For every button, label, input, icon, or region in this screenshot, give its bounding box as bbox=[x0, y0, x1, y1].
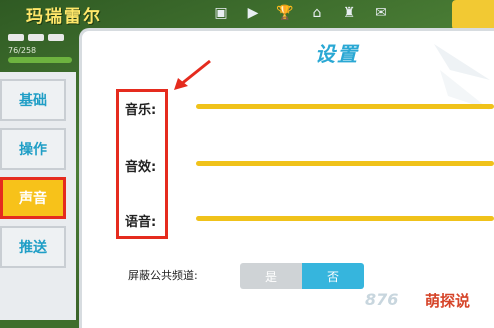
tab-push[interactable]: 推送 bbox=[0, 226, 66, 268]
mute-public-channel-label: 屏蔽公共频道: bbox=[128, 269, 198, 282]
sound-effect-slider[interactable] bbox=[196, 161, 494, 166]
top-icon-bar: ▣ ▶ 🏆 ⌂ ♜ ✉ bbox=[210, 4, 392, 22]
exp-text: 76/258 bbox=[8, 46, 37, 55]
mail-icon[interactable]: ✉ bbox=[370, 4, 392, 22]
page-title: 设置 bbox=[315, 42, 359, 66]
trophy-icon[interactable]: 🏆 bbox=[274, 4, 296, 22]
toggle-no-button[interactable]: 否 bbox=[302, 263, 364, 289]
music-slider[interactable] bbox=[196, 104, 494, 109]
toggle-yes-button[interactable]: 是 bbox=[240, 263, 302, 289]
player-name: 玛瑞雷尔 bbox=[26, 7, 102, 27]
watermark-badge: 萌探说 bbox=[420, 288, 476, 313]
decorative-wing-icon bbox=[434, 44, 490, 110]
video-icon[interactable]: ▣ bbox=[210, 4, 232, 22]
player-badges bbox=[8, 34, 64, 41]
annotation-highlight-box bbox=[116, 89, 168, 239]
play-icon[interactable]: ▶ bbox=[242, 4, 264, 22]
voice-slider[interactable] bbox=[196, 216, 494, 221]
watermark-number: 876 bbox=[365, 290, 399, 309]
home-icon[interactable]: ⌂ bbox=[306, 4, 328, 22]
tab-controls[interactable]: 操作 bbox=[0, 128, 66, 170]
mute-public-channel-toggle: 是 否 bbox=[240, 263, 364, 289]
chess-icon[interactable]: ♜ bbox=[338, 4, 360, 22]
avatar[interactable] bbox=[452, 0, 494, 30]
tab-sound[interactable]: 声音 bbox=[0, 177, 66, 219]
tab-basic[interactable]: 基础 bbox=[0, 79, 66, 121]
annotation-arrow-icon bbox=[174, 59, 211, 90]
exp-bar bbox=[8, 57, 72, 63]
